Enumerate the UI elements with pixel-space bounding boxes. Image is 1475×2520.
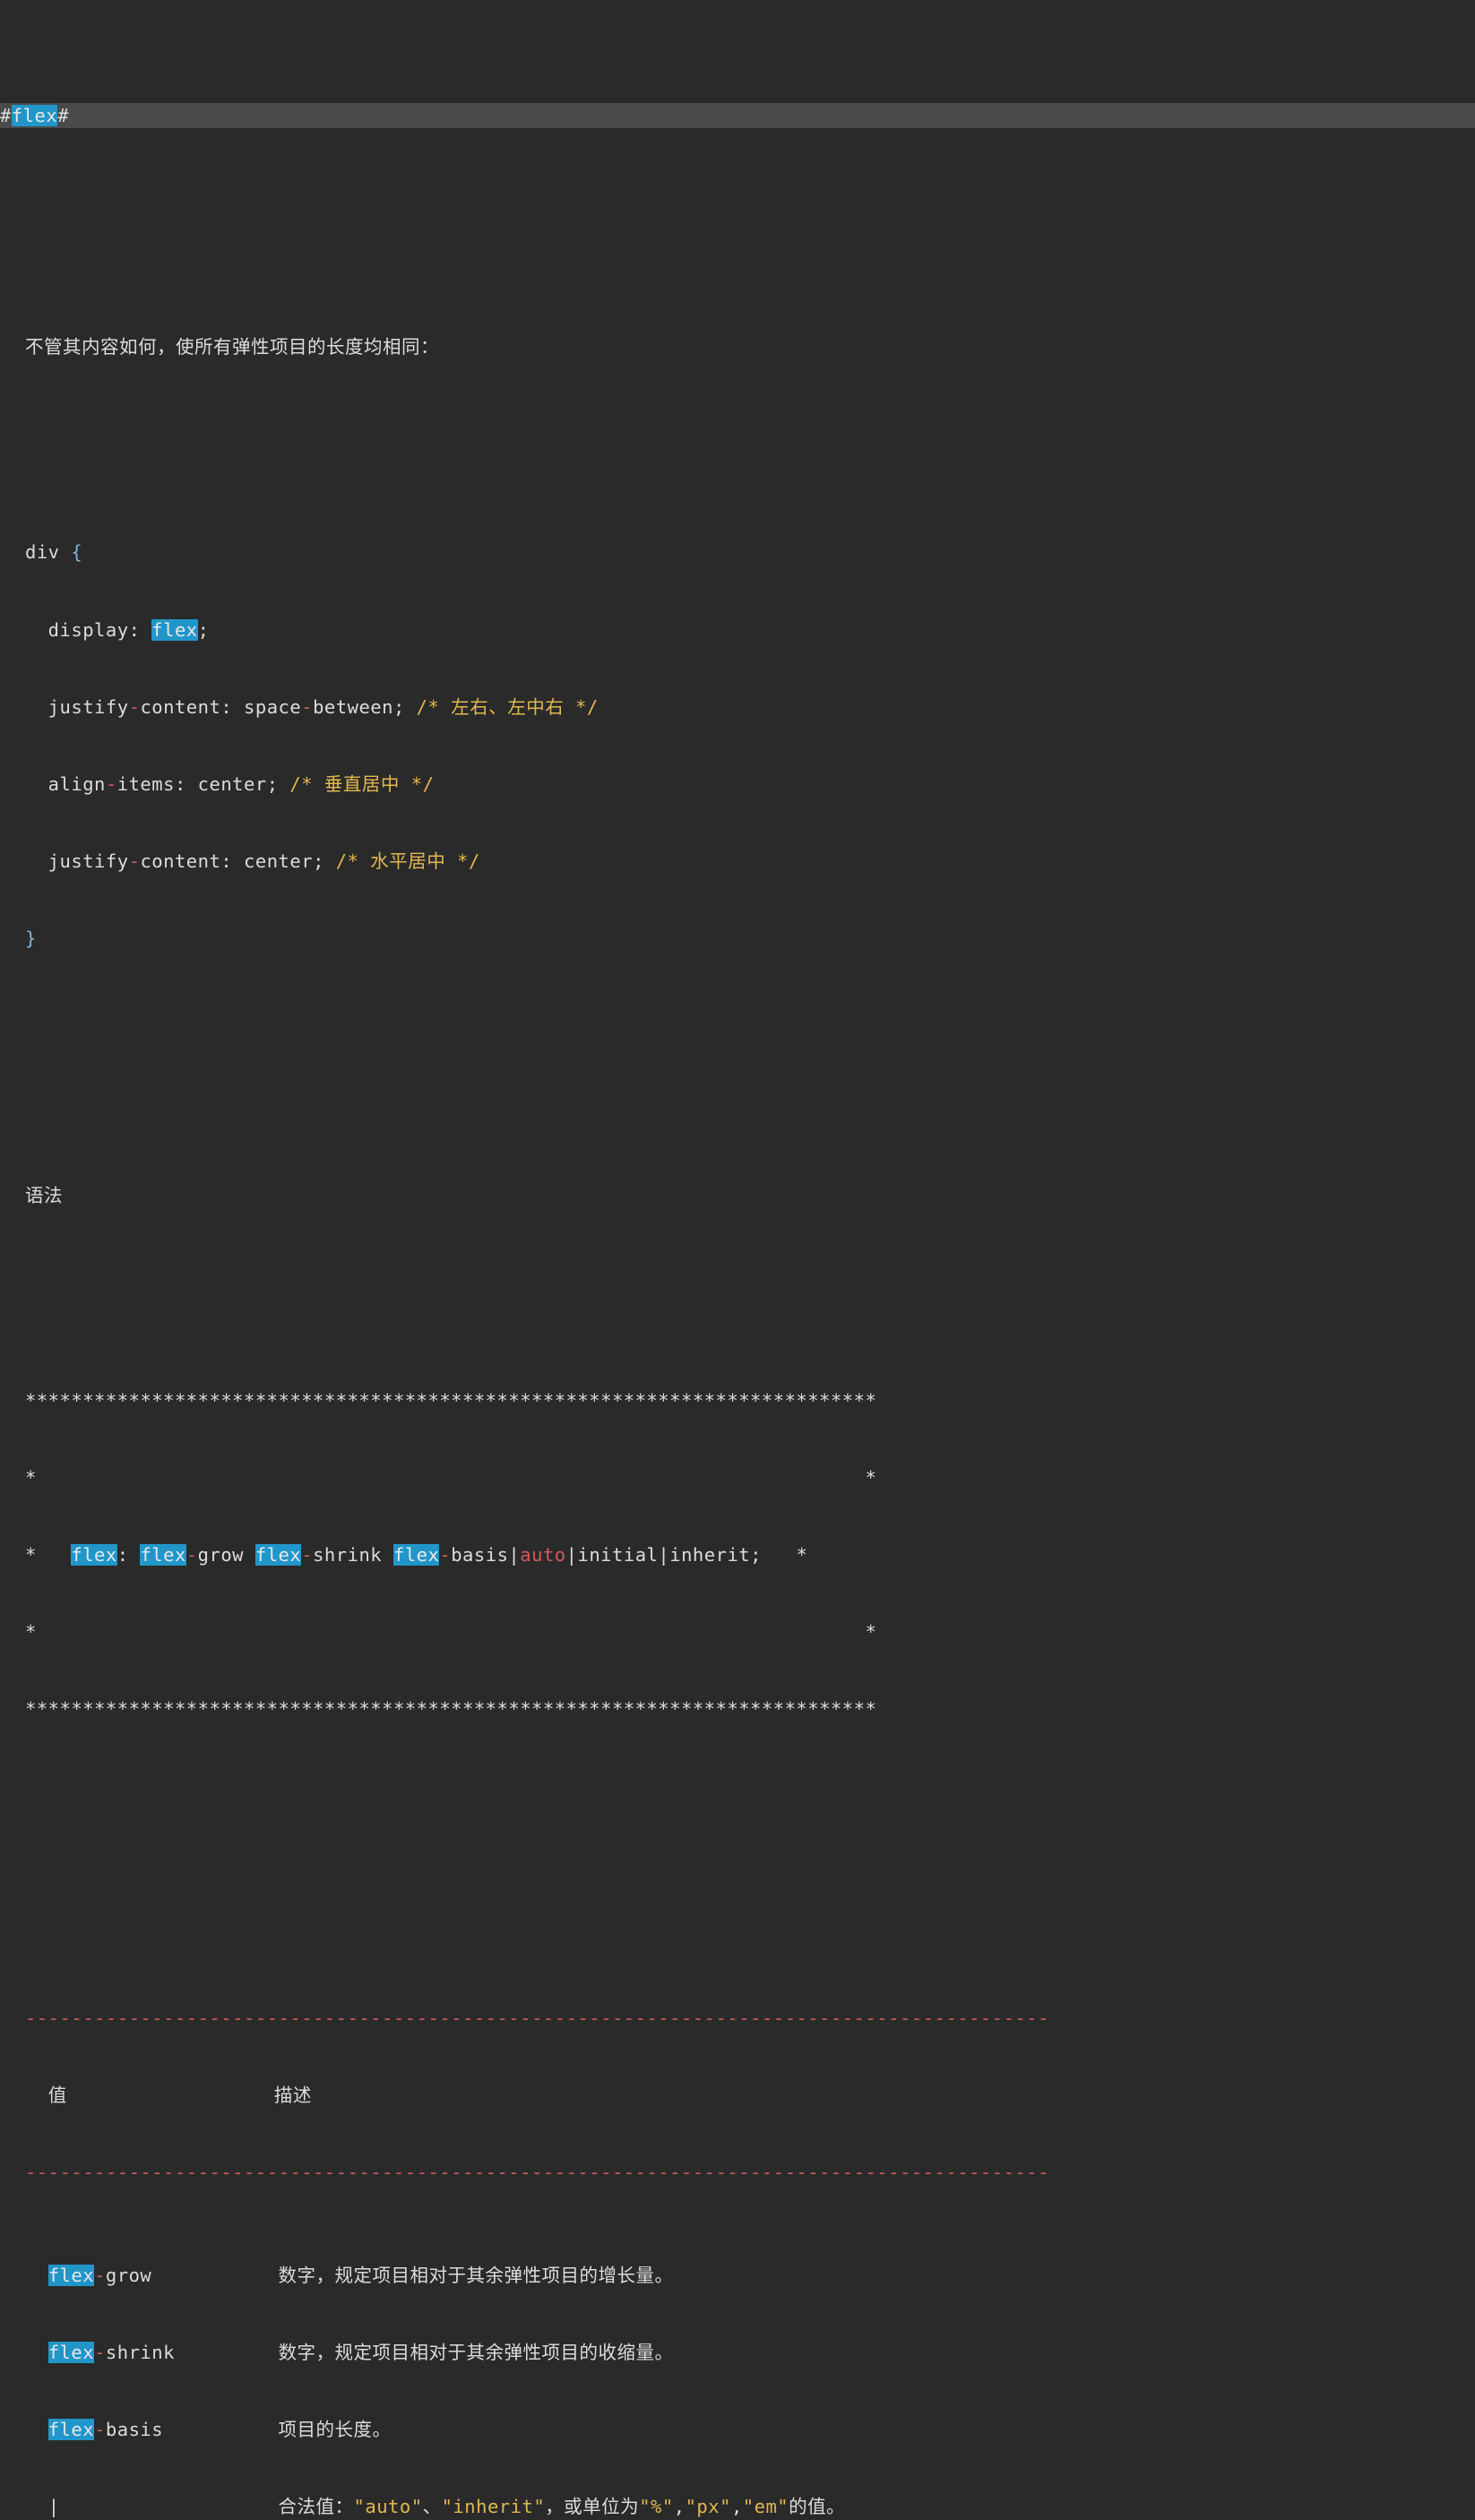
string: "em" [743, 2496, 789, 2517]
editor-content[interactable]: 不管其内容如何，使所有弹性项目的长度均相同： div { display: fl… [0, 206, 1475, 2520]
string: "auto" [354, 2496, 423, 2517]
box-side: * * [25, 1619, 1475, 1645]
hl-flex: flex [48, 2265, 94, 2286]
comment: /* 水平居中 */ [336, 850, 480, 872]
hl-flex: flex [48, 2342, 94, 2363]
title-word: flex [12, 105, 57, 126]
code-text: content: center; [140, 850, 335, 872]
brace-open: { [71, 541, 82, 563]
table-row: flex-basis 项目的长度。 [25, 2417, 1475, 2443]
cell-value: basis [106, 2419, 163, 2440]
box-text: * [25, 1544, 71, 1566]
dash: - [439, 1544, 451, 1566]
comment: /* 垂直居中 */ [289, 773, 434, 795]
table-divider: ----------------------------------------… [25, 2160, 1475, 2186]
hl-flex: flex [255, 1544, 301, 1566]
table-row: | 合法值："auto"、"inherit"，或单位为"%","px","em"… [25, 2494, 1475, 2520]
comment: /* 左右、左中右 */ [417, 696, 599, 718]
cell-desc: , [674, 2496, 686, 2517]
table-row: flex-shrink 数字，规定项目相对于其余弹性项目的收缩量。 [25, 2340, 1475, 2366]
hash: # [0, 105, 12, 126]
blank-line [25, 257, 1475, 283]
hl-flex: flex [48, 2419, 94, 2440]
box-text: |initial|inherit; * [566, 1544, 808, 1566]
string: "px" [686, 2496, 731, 2517]
code-text: ; [198, 619, 210, 641]
cell-desc: ，或单位为 [545, 2496, 639, 2517]
col-header: 值 [48, 2084, 67, 2106]
box-text: shrink [313, 1544, 393, 1566]
code-line: justify-content: center; /* 水平居中 */ [25, 849, 1475, 875]
blank-line [25, 1106, 1475, 1132]
dash: - [94, 2265, 106, 2286]
box-text: basis| [451, 1544, 520, 1566]
cell-desc: 的值。 [789, 2496, 845, 2517]
box-text: grow [198, 1544, 255, 1566]
cell-desc: 项目的长度。 [279, 2419, 392, 2440]
string: "%" [639, 2496, 674, 2517]
dash: - [186, 1544, 198, 1566]
box-border: ****************************************… [25, 1696, 1475, 1722]
code-text: items: center; [117, 773, 290, 795]
box-border: ****************************************… [25, 1388, 1475, 1414]
blank-line [25, 411, 1475, 437]
dash: - [94, 2419, 106, 2440]
box-syntax-line: * flex: flex-grow flex-shrink flex-basis… [25, 1542, 1475, 1568]
brace-close: } [25, 928, 37, 949]
blank-line [25, 1877, 1475, 1903]
col-header: 描述 [274, 2084, 312, 2106]
code-line: } [25, 926, 1475, 952]
table-divider: ----------------------------------------… [25, 2006, 1475, 2032]
cell-desc: 、 [423, 2496, 442, 2517]
code-text: content: space [140, 696, 301, 718]
table-header: 值 描述 [25, 2083, 1475, 2109]
string: "inherit" [442, 2496, 546, 2517]
hl-flex: flex [151, 619, 197, 641]
dash: - [106, 773, 117, 795]
dash: - [301, 696, 313, 718]
code-text: align [25, 773, 106, 795]
code-line: align-items: center; /* 垂直居中 */ [25, 772, 1475, 798]
code-text: justify [25, 850, 129, 872]
dash: - [301, 1544, 313, 1566]
cell-desc: 合法值： [279, 2496, 354, 2517]
hl-flex: flex [140, 1544, 185, 1566]
hl-flex: flex [393, 1544, 439, 1566]
table-row: flex-grow 数字，规定项目相对于其余弹性项目的增长量。 [25, 2263, 1475, 2289]
code-text: div [25, 541, 71, 563]
code-line: div { [25, 539, 1475, 565]
cell-value: shrink [106, 2342, 175, 2363]
code-line: justify-content: space-between; /* 左右、左中… [25, 695, 1475, 721]
hl-flex: flex [71, 1544, 116, 1566]
cell-desc: 数字，规定项目相对于其余弹性项目的收缩量。 [279, 2342, 674, 2363]
kw-auto: auto [520, 1544, 565, 1566]
blank-line [25, 1029, 1475, 1055]
code-text: between; [313, 696, 417, 718]
cell-desc: 数字，规定项目相对于其余弹性项目的增长量。 [279, 2265, 674, 2286]
box-side: * * [25, 1465, 1475, 1491]
code-text: justify [25, 696, 129, 718]
intro-text: 不管其内容如何，使所有弹性项目的长度均相同： [25, 334, 1475, 360]
cell-desc: , [731, 2496, 743, 2517]
dash: - [129, 850, 141, 872]
hash: # [57, 105, 69, 126]
title-bar: #flex# [0, 103, 1475, 129]
dash: - [129, 696, 141, 718]
blank-line [25, 1799, 1475, 1825]
cell-value: grow [106, 2265, 151, 2286]
code-editor[interactable]: #flex# 不管其内容如何，使所有弹性项目的长度均相同： div { disp… [0, 0, 1475, 2520]
code-line: display: flex; [25, 617, 1475, 643]
dash: - [94, 2342, 106, 2363]
code-text: display: [25, 619, 151, 641]
syntax-heading: 语法 [25, 1183, 1475, 1209]
box-text: : [117, 1544, 141, 1566]
cell-value: | [48, 2496, 60, 2517]
blank-line [25, 1260, 1475, 1286]
